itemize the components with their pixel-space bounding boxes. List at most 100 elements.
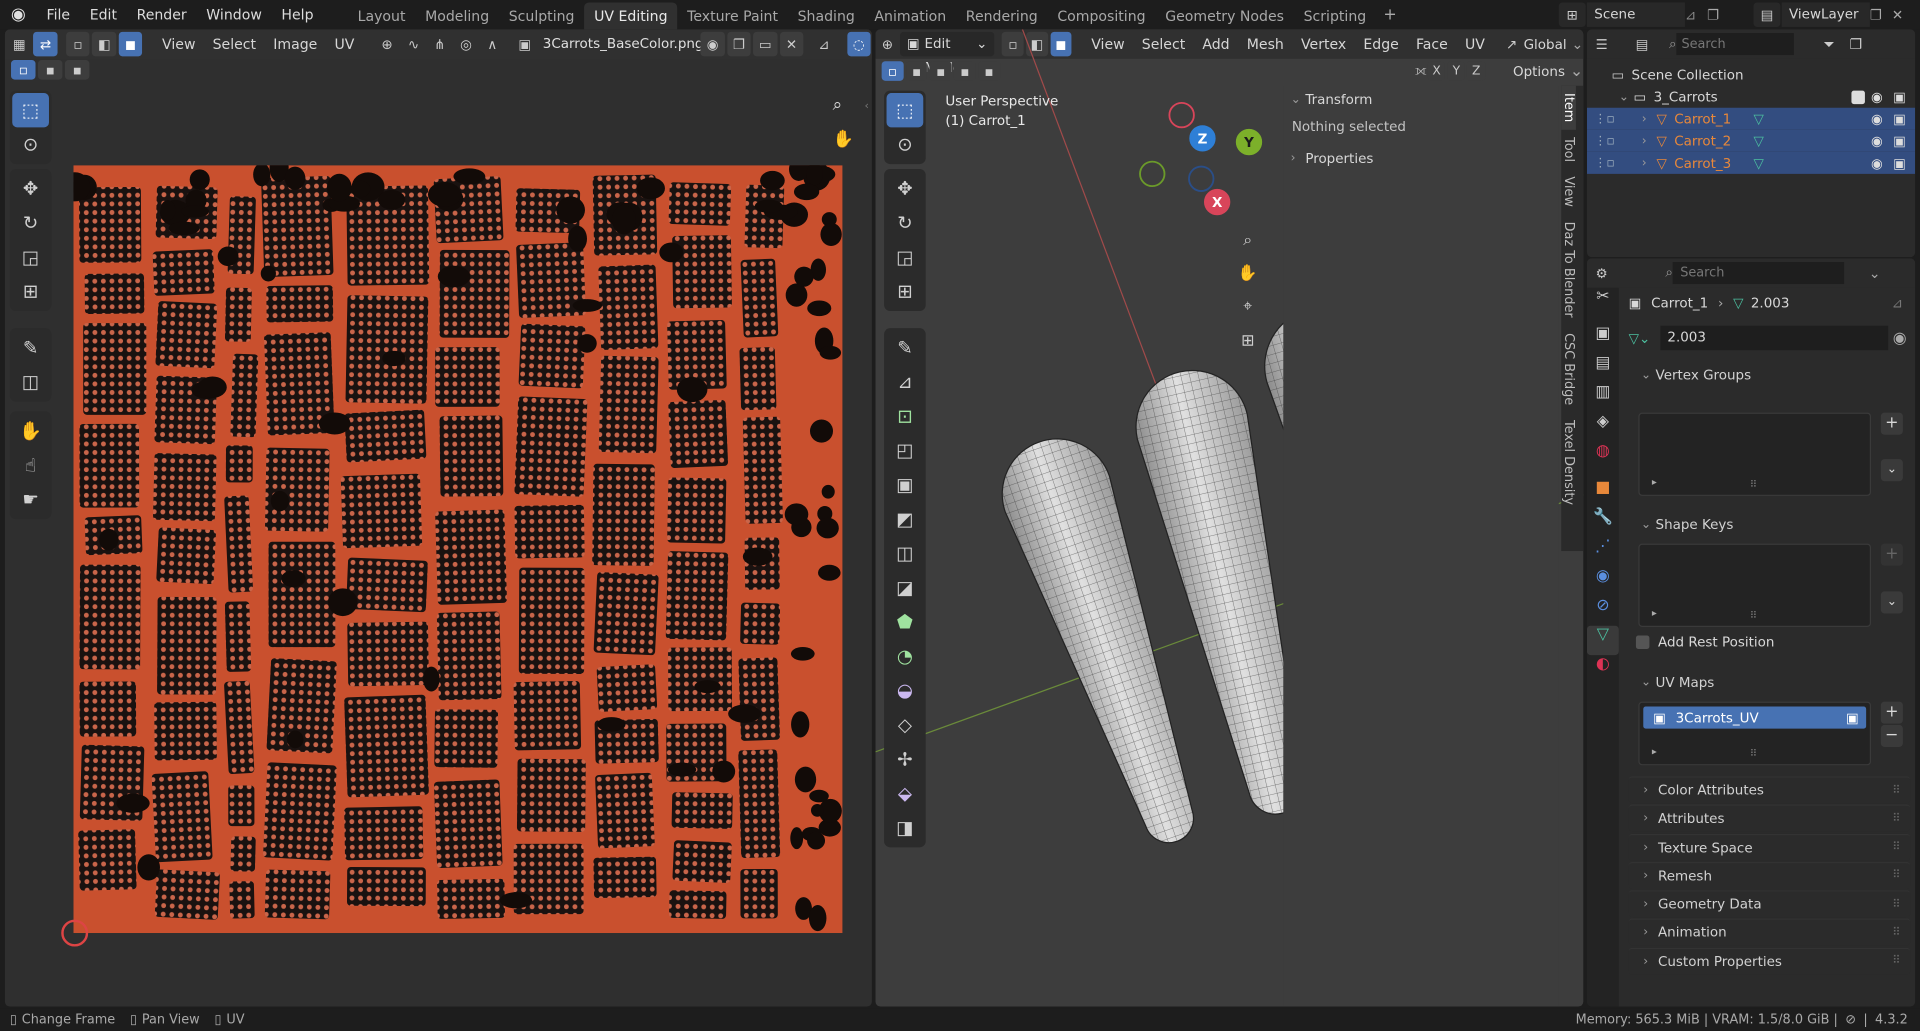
uv-cap-island[interactable] xyxy=(328,588,358,617)
properties-editor-icon[interactable]: ⚙ xyxy=(1588,261,1615,285)
tab-sculpting[interactable]: Sculpting xyxy=(499,2,584,29)
uv-island[interactable] xyxy=(668,647,733,712)
visibility-icon[interactable]: ◉ xyxy=(1871,133,1883,149)
menu-render[interactable]: Render xyxy=(127,0,197,29)
image-browse-icon[interactable]: ▣ xyxy=(513,32,537,56)
particles-tab-icon[interactable]: ⋰ xyxy=(1587,538,1619,567)
orthographic-toggle-icon[interactable]: ⊞ xyxy=(1233,326,1262,355)
extrude-tool-icon[interactable]: ◰ xyxy=(887,433,924,467)
uv-cap-island[interactable] xyxy=(318,412,351,435)
uv-cap-island[interactable] xyxy=(597,717,626,732)
uv-island[interactable] xyxy=(78,829,137,891)
pin-icon[interactable]: ⊿ xyxy=(1892,294,1903,310)
axis-gizmo-neg-icon[interactable] xyxy=(1168,101,1195,129)
uv-cap-island[interactable] xyxy=(742,547,773,566)
view-layer-field[interactable]: ViewLayer xyxy=(1781,2,1870,27)
2d-cursor-icon[interactable] xyxy=(61,919,89,947)
uv-cap-island[interactable] xyxy=(284,166,306,190)
visibility-icon[interactable]: ◉ xyxy=(1871,111,1883,127)
uv-island[interactable] xyxy=(224,601,252,672)
uv-cap-island[interactable] xyxy=(659,242,684,263)
visibility-icon[interactable]: ◉ xyxy=(1871,155,1883,171)
axis-gizmo-neg-icon[interactable] xyxy=(1139,160,1166,188)
uv-texture-image[interactable] xyxy=(73,165,843,934)
view-layer-tab-icon[interactable]: ▥ xyxy=(1587,383,1619,412)
uv-cap-island[interactable] xyxy=(794,266,814,287)
pivot-icon[interactable]: ⊕ xyxy=(375,32,399,56)
relax-tool-icon[interactable]: ☝ xyxy=(12,448,49,482)
mesh-data-tab-icon[interactable]: ▽ xyxy=(1586,625,1619,656)
uv-island[interactable] xyxy=(738,749,781,858)
uv-cap-island[interactable] xyxy=(217,246,239,267)
open-image-icon[interactable]: ▭ xyxy=(753,31,778,57)
uv-cap-island[interactable] xyxy=(556,196,585,224)
uv-island[interactable] xyxy=(154,869,220,920)
move-tool-icon[interactable]: ✥ xyxy=(887,171,924,205)
shape-key-menu-button[interactable]: ⌄ xyxy=(1880,591,1903,614)
uv-cap-island[interactable] xyxy=(378,189,406,210)
uv-cap-island[interactable] xyxy=(350,180,371,198)
uv-cap-island[interactable] xyxy=(577,334,597,353)
uv-island[interactable] xyxy=(345,295,429,404)
uv-cap-island[interactable] xyxy=(790,647,815,661)
properties-search-input[interactable]: Search xyxy=(1672,262,1845,285)
annotate-tool-icon[interactable]: ✎ xyxy=(887,331,924,365)
uv-menu-view[interactable]: View xyxy=(153,36,204,53)
n-tab-tool[interactable]: Tool xyxy=(1561,130,1576,170)
uv-island[interactable] xyxy=(346,866,426,907)
uv-cap-island[interactable] xyxy=(809,419,834,443)
uv-cap-island[interactable] xyxy=(791,711,810,738)
uv-island[interactable] xyxy=(436,611,502,701)
mesh-data-icon[interactable]: ▽ xyxy=(1753,155,1763,171)
uv-island[interactable] xyxy=(742,416,783,524)
pin-image-icon[interactable]: ⊿ xyxy=(812,32,836,56)
uv-menu-select[interactable]: Select xyxy=(204,36,265,53)
uv-island[interactable] xyxy=(224,680,255,775)
uv-cap-island[interactable] xyxy=(499,892,533,909)
vertex-groups-list[interactable]: ▸ ⠿ xyxy=(1638,412,1872,496)
uv-island[interactable] xyxy=(264,869,331,920)
rip-tool-icon[interactable]: ◨ xyxy=(887,811,924,845)
uv-cap-island[interactable] xyxy=(784,503,809,526)
zoom-icon[interactable]: ⌕ xyxy=(1233,225,1262,254)
uv-island[interactable] xyxy=(347,621,429,687)
tab-compositing[interactable]: Compositing xyxy=(1048,2,1156,29)
uv-island[interactable] xyxy=(672,235,732,309)
vertex-group-menu-button[interactable]: ⌄ xyxy=(1880,459,1903,482)
falloff-icon[interactable]: ∧ xyxy=(480,32,504,56)
uv-cap-island[interactable] xyxy=(611,205,636,235)
knife-tool-icon[interactable]: ◪ xyxy=(887,571,924,605)
chevron-right-icon[interactable]: › xyxy=(1642,134,1657,147)
uv-map-add-button[interactable]: + xyxy=(1880,701,1903,724)
tab-shading[interactable]: Shading xyxy=(788,2,865,29)
uv-island[interactable] xyxy=(514,396,588,497)
uv-island[interactable] xyxy=(665,551,729,641)
exclude-checkbox[interactable] xyxy=(1851,90,1865,104)
annotate-tool-icon[interactable]: ✎ xyxy=(12,331,49,365)
uv-island[interactable] xyxy=(516,758,586,832)
mesh-browse-icon[interactable]: ▽⌄ xyxy=(1629,330,1651,346)
pinch-tool-icon[interactable]: ☛ xyxy=(12,482,49,516)
drag-handle-icon[interactable]: ⠿ xyxy=(1892,898,1900,910)
uv-cap-island[interactable] xyxy=(810,804,824,817)
uv-island[interactable] xyxy=(740,258,779,338)
remove-view-layer-icon[interactable]: ✕ xyxy=(1892,7,1912,23)
uv-island[interactable] xyxy=(344,409,427,463)
transform-tool-icon[interactable]: ⊞ xyxy=(887,274,924,308)
uv-cap-island[interactable] xyxy=(819,345,842,360)
face-select-icon[interactable]: ◼ xyxy=(118,31,143,57)
uv-island[interactable] xyxy=(434,779,503,868)
uv-cap-island[interactable] xyxy=(816,517,839,539)
uv-cap-island[interactable] xyxy=(423,666,440,692)
grab-tool-icon[interactable]: ✋ xyxy=(12,414,49,448)
uv-island[interactable] xyxy=(79,681,137,737)
uv-cap-island[interactable] xyxy=(260,265,276,282)
object-tab-icon[interactable]: ■ xyxy=(1587,479,1619,508)
shear-tool-icon[interactable]: ⬙ xyxy=(887,776,924,810)
uv-cap-island[interactable] xyxy=(281,570,306,588)
uv-cap-island[interactable] xyxy=(116,793,150,813)
uv-cap-island[interactable] xyxy=(286,730,304,749)
render-icon[interactable]: ▣ xyxy=(1893,155,1906,171)
world-tab-icon[interactable]: ◍ xyxy=(1587,442,1619,471)
uv-cap-island[interactable] xyxy=(794,766,817,793)
